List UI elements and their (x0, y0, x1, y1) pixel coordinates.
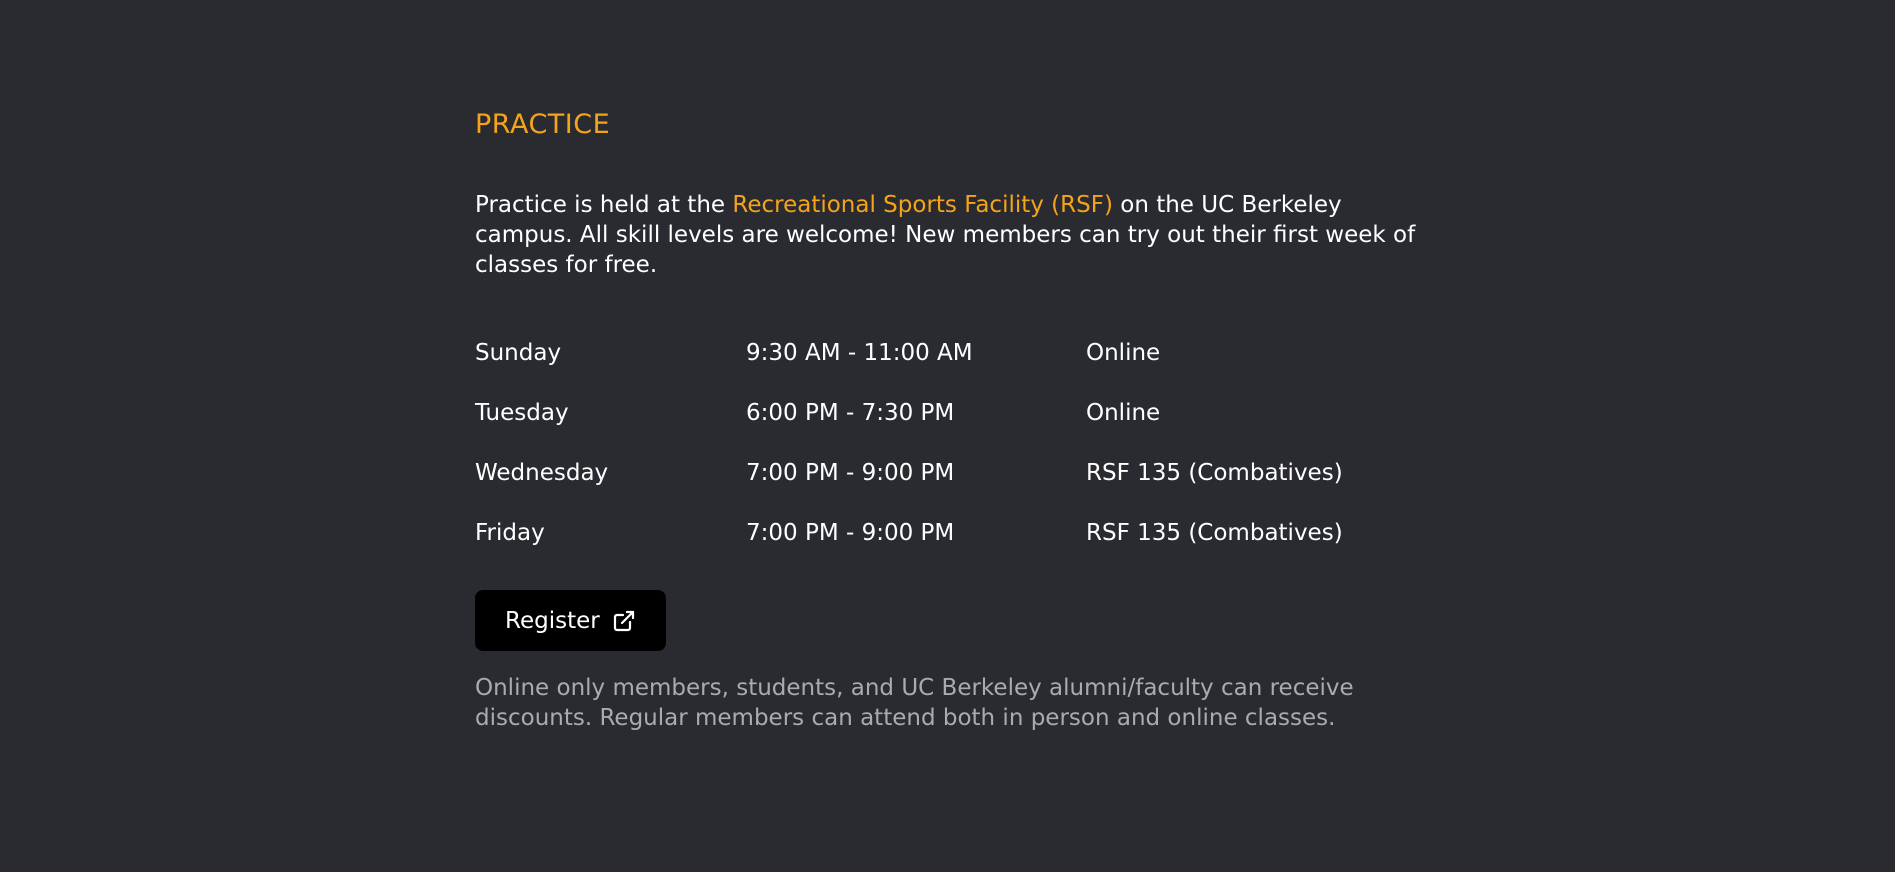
discount-note: Online only members, students, and UC Be… (475, 675, 1354, 731)
schedule-time: 6:00 PM - 7:30 PM (746, 400, 955, 426)
schedule-row: Wednesday 7:00 PM - 9:00 PM RSF 135 (Com… (475, 443, 1435, 503)
schedule-row: Tuesday 6:00 PM - 7:30 PM Online (475, 383, 1435, 443)
intro-paragraph: Practice is held at the Recreational Spo… (475, 190, 1435, 280)
schedule-table: Sunday 9:30 AM - 11:00 AM Online Tuesday… (475, 323, 1435, 563)
schedule-row: Sunday 9:30 AM - 11:00 AM Online (475, 323, 1435, 383)
schedule-row: Friday 7:00 PM - 9:00 PM RSF 135 (Combat… (475, 503, 1435, 563)
schedule-time: 7:00 PM - 9:00 PM (746, 460, 955, 486)
register-button[interactable]: Register (475, 590, 666, 651)
schedule-day: Sunday (475, 340, 562, 366)
schedule-day: Tuesday (475, 400, 569, 426)
rsf-link[interactable]: Recreational Sports Facility (RSF) (732, 192, 1113, 218)
schedule-location: Online (1086, 400, 1161, 426)
schedule-location: RSF 135 (Combatives) (1086, 520, 1343, 546)
schedule-day: Wednesday (475, 460, 609, 486)
section-heading: PRACTICE (475, 109, 611, 140)
intro-text-before: Practice is held at the (475, 192, 733, 218)
external-link-icon (612, 609, 636, 633)
schedule-location: RSF 135 (Combatives) (1086, 460, 1343, 486)
schedule-location: Online (1086, 340, 1161, 366)
schedule-day: Friday (475, 520, 545, 546)
schedule-time: 9:30 AM - 11:00 AM (746, 340, 973, 366)
schedule-time: 7:00 PM - 9:00 PM (746, 520, 955, 546)
practice-section: PRACTICE Practice is held at the Recreat… (475, 108, 1435, 756)
register-label: Register (505, 607, 600, 634)
